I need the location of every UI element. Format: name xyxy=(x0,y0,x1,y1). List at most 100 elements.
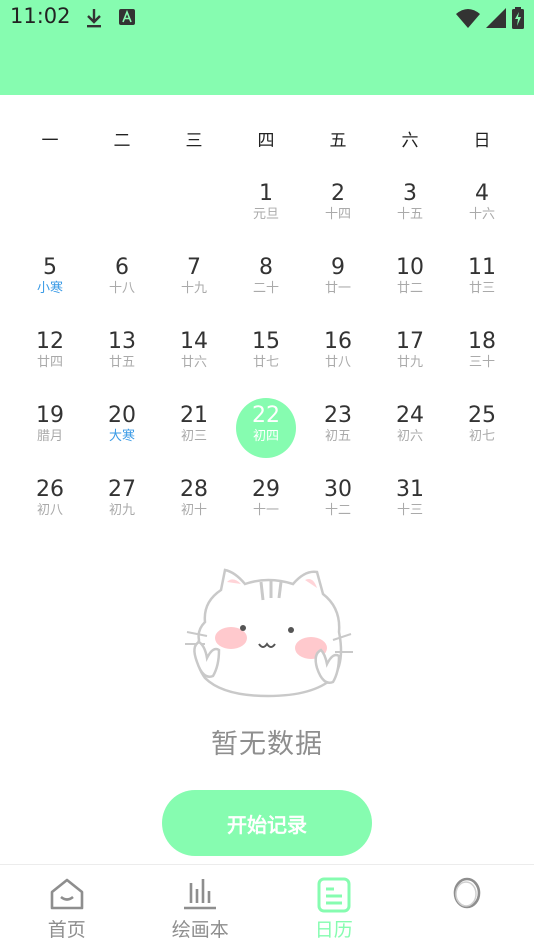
calendar-empty-cell xyxy=(86,178,158,252)
calendar-day[interactable]: 16廿八 xyxy=(302,326,374,400)
day-number: 25 xyxy=(446,403,518,429)
day-number: 18 xyxy=(446,329,518,355)
calendar-empty-cell xyxy=(14,178,86,252)
lunar-date: 腊月 xyxy=(14,429,86,445)
calendar-empty-cell xyxy=(158,178,230,252)
calendar-day[interactable]: 3十五 xyxy=(374,178,446,252)
day-number: 23 xyxy=(302,403,374,429)
nav-label: 首页 xyxy=(0,915,134,942)
weekday-label: 五 xyxy=(302,126,374,154)
calendar-day[interactable]: 9廿一 xyxy=(302,252,374,326)
lunar-date: 十九 xyxy=(158,281,230,297)
calendar-icon xyxy=(316,877,352,917)
calendar-day[interactable]: 19腊月 xyxy=(14,400,86,474)
calendar-day[interactable]: 29十一 xyxy=(230,474,302,548)
calendar-day[interactable]: 22初四 xyxy=(230,400,302,474)
calendar-day[interactable]: 17廿九 xyxy=(374,326,446,400)
lunar-date: 十六 xyxy=(446,207,518,223)
day-number: 27 xyxy=(86,477,158,503)
day-number: 4 xyxy=(446,181,518,207)
day-number: 15 xyxy=(230,329,302,355)
profile-circle-icon xyxy=(451,877,483,915)
nav-item-drawbook[interactable]: 绘画本 xyxy=(134,865,268,950)
calendar-grid: 1元旦2十四3十五4十六5小寒6十八7十九8二十9廿一10廿二11廿三12廿四1… xyxy=(14,178,518,548)
calendar-day[interactable]: 20大寒 xyxy=(86,400,158,474)
calendar-day[interactable]: 27初九 xyxy=(86,474,158,548)
lunar-date: 十五 xyxy=(374,207,446,223)
day-number: 1 xyxy=(230,181,302,207)
lunar-date: 初三 xyxy=(158,429,230,445)
calendar-day[interactable]: 21初三 xyxy=(158,400,230,474)
calendar-day[interactable]: 5小寒 xyxy=(14,252,86,326)
empty-state-text: 暂无数据 xyxy=(0,722,534,761)
lunar-date: 廿八 xyxy=(302,355,374,371)
nav-label: 绘画本 xyxy=(134,915,268,942)
calendar-day[interactable]: 1元旦 xyxy=(230,178,302,252)
calendar-day[interactable]: 31十三 xyxy=(374,474,446,548)
nav-label: 日历 xyxy=(267,915,401,942)
bottom-nav: 首页 绘画本 日历 xyxy=(0,864,534,950)
weekday-label: 一 xyxy=(14,126,86,154)
lunar-date: 元旦 xyxy=(230,207,302,223)
day-number: 14 xyxy=(158,329,230,355)
download-icon xyxy=(84,7,104,33)
calendar-day[interactable]: 6十八 xyxy=(86,252,158,326)
calendar-day[interactable]: 24初六 xyxy=(374,400,446,474)
day-number: 31 xyxy=(374,477,446,503)
lunar-date: 三十 xyxy=(446,355,518,371)
calendar-day[interactable]: 18三十 xyxy=(446,326,518,400)
lunar-date: 廿六 xyxy=(158,355,230,371)
lunar-date: 十三 xyxy=(374,503,446,519)
weekday-label: 二 xyxy=(86,126,158,154)
calendar-day[interactable]: 14廿六 xyxy=(158,326,230,400)
calendar-day[interactable]: 30十二 xyxy=(302,474,374,548)
day-number: 8 xyxy=(230,255,302,281)
day-number: 3 xyxy=(374,181,446,207)
lunar-date: 十一 xyxy=(230,503,302,519)
weekday-header: 一 二 三 四 五 六 日 xyxy=(14,126,518,154)
start-record-button[interactable]: 开始记录 xyxy=(162,790,372,856)
day-number: 26 xyxy=(14,477,86,503)
calendar-day[interactable]: 12廿四 xyxy=(14,326,86,400)
calendar-day[interactable]: 15廿七 xyxy=(230,326,302,400)
day-number: 21 xyxy=(158,403,230,429)
calendar-day[interactable]: 11廿三 xyxy=(446,252,518,326)
lunar-date: 初六 xyxy=(374,429,446,445)
calendar-day[interactable]: 4十六 xyxy=(446,178,518,252)
lunar-date: 初八 xyxy=(14,503,86,519)
nav-item-calendar[interactable]: 日历 xyxy=(267,865,401,950)
calendar-day[interactable]: 8二十 xyxy=(230,252,302,326)
lunar-date: 廿七 xyxy=(230,355,302,371)
lunar-date: 初四 xyxy=(230,429,302,445)
calendar-day[interactable]: 10廿二 xyxy=(374,252,446,326)
calendar-day[interactable]: 13廿五 xyxy=(86,326,158,400)
calendar-day[interactable]: 2十四 xyxy=(302,178,374,252)
calendar-day[interactable]: 26初八 xyxy=(14,474,86,548)
day-number: 19 xyxy=(14,403,86,429)
nav-item-home[interactable]: 首页 xyxy=(0,865,134,950)
lunar-date: 二十 xyxy=(230,281,302,297)
lunar-date: 十二 xyxy=(302,503,374,519)
calendar-day[interactable]: 7十九 xyxy=(158,252,230,326)
day-number: 24 xyxy=(374,403,446,429)
lunar-date: 廿一 xyxy=(302,281,374,297)
day-number: 2 xyxy=(302,181,374,207)
home-icon xyxy=(49,877,85,915)
lunar-date: 初九 xyxy=(86,503,158,519)
bar-chart-icon xyxy=(182,877,218,915)
lunar-date: 初七 xyxy=(446,429,518,445)
lunar-date: 初五 xyxy=(302,429,374,445)
cellular-signal-icon xyxy=(486,8,506,32)
calendar-day[interactable]: 23初五 xyxy=(302,400,374,474)
day-number: 11 xyxy=(446,255,518,281)
lunar-date: 大寒 xyxy=(86,429,158,445)
day-number: 7 xyxy=(158,255,230,281)
lunar-date: 十八 xyxy=(86,281,158,297)
calendar-day[interactable]: 25初七 xyxy=(446,400,518,474)
day-number: 10 xyxy=(374,255,446,281)
nav-item-profile[interactable] xyxy=(401,865,534,950)
lunar-date: 廿四 xyxy=(14,355,86,371)
calendar-day[interactable]: 28初十 xyxy=(158,474,230,548)
lunar-date: 廿三 xyxy=(446,281,518,297)
status-time: 11:02 xyxy=(10,4,71,28)
